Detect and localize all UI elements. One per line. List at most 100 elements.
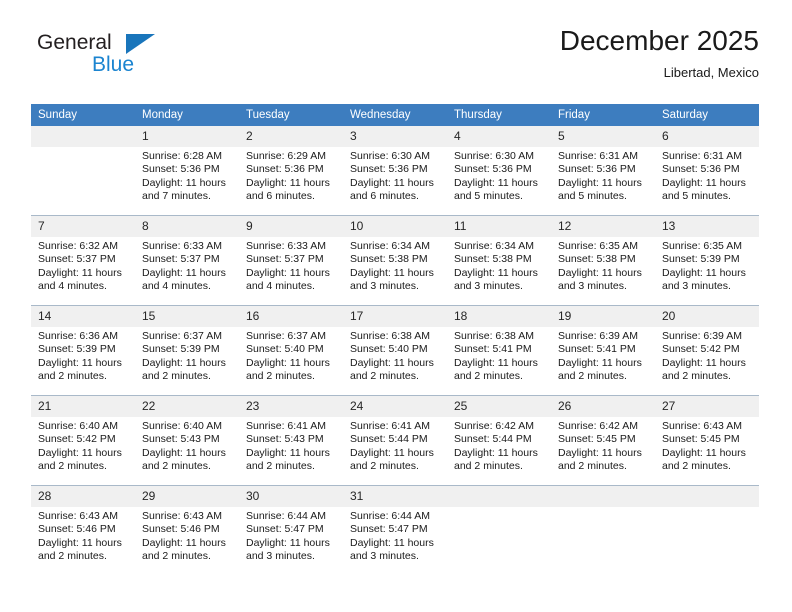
calendar-day-cell[interactable]: 29 Sunrise: 6:43 AM Sunset: 5:46 PM Dayligh… — [135, 485, 239, 575]
calendar-day-cell[interactable]: 14 Sunrise: 6:36 AM Sunset: 5:39 PM Dayligh… — [31, 305, 135, 396]
day-number: 10 — [343, 216, 447, 237]
sunset-time: Sunset: 5:42 PM — [38, 433, 116, 446]
calendar-day-cell[interactable]: 8 Sunrise: 6:33 AM Sunset: 5:37 PM Daylight… — [135, 215, 239, 306]
day-number — [447, 486, 551, 507]
day-number: 5 — [551, 126, 655, 147]
generalblue-logo[interactable]: General Blue — [31, 32, 251, 90]
sunrise-time: Sunrise: 6:41 AM — [350, 420, 430, 432]
daylight-duration-line1: Daylight: 11 hours — [454, 266, 538, 279]
logo-text-blue: Blue — [92, 53, 135, 76]
daylight-duration-line2: and 5 minutes. — [662, 190, 731, 203]
calendar-day-cell[interactable]: 3 Sunrise: 6:30 AM Sunset: 5:36 PM Daylight… — [343, 126, 447, 216]
day-number: 6 — [655, 126, 759, 147]
calendar-day-cell[interactable]: 21 Sunrise: 6:40 AM Sunset: 5:42 PM Dayligh… — [31, 395, 135, 486]
calendar-day-cell[interactable]: 1 Sunrise: 6:28 AM Sunset: 5:36 PM Daylight… — [135, 126, 239, 216]
day-number: 11 — [447, 216, 551, 237]
calendar-day-cell[interactable]: 22 Sunrise: 6:40 AM Sunset: 5:43 PM Dayligh… — [135, 395, 239, 486]
daylight-duration-line1: Daylight: 11 hours — [350, 176, 434, 189]
calendar-day-cell[interactable]: 7 Sunrise: 6:32 AM Sunset: 5:37 PM Daylight… — [31, 215, 135, 306]
day-number: 27 — [655, 396, 759, 417]
weekday-header-thursday: Thursday — [447, 104, 551, 126]
calendar-day-cell[interactable]: 27 Sunrise: 6:43 AM Sunset: 5:45 PM Dayligh… — [655, 395, 759, 486]
calendar-day-cell[interactable]: 28 Sunrise: 6:43 AM Sunset: 5:46 PM Dayligh… — [31, 485, 135, 575]
sunrise-time: Sunrise: 6:32 AM — [38, 240, 118, 252]
calendar-day-cell[interactable]: 20 Sunrise: 6:39 AM Sunset: 5:42 PM Dayligh… — [655, 305, 759, 396]
sunset-time: Sunset: 5:36 PM — [142, 163, 220, 176]
sunset-time: Sunset: 5:41 PM — [454, 343, 532, 356]
daylight-duration-line2: and 2 minutes. — [350, 460, 419, 473]
calendar-day-cell[interactable]: 26 Sunrise: 6:42 AM Sunset: 5:45 PM Dayligh… — [551, 395, 655, 486]
daylight-duration-line2: and 2 minutes. — [558, 460, 627, 473]
sunset-time: Sunset: 5:36 PM — [558, 163, 636, 176]
day-details: Sunrise: 6:42 AM Sunset: 5:45 PM Daylight:… — [551, 417, 655, 474]
sunrise-time: Sunrise: 6:35 AM — [662, 240, 742, 252]
sunset-time: Sunset: 5:45 PM — [662, 433, 740, 446]
day-number: 13 — [655, 216, 759, 237]
calendar-day-cell[interactable]: 13 Sunrise: 6:35 AM Sunset: 5:39 PM Dayligh… — [655, 215, 759, 306]
calendar-day-cell[interactable]: 24 Sunrise: 6:41 AM Sunset: 5:44 PM Dayligh… — [343, 395, 447, 486]
sunset-time: Sunset: 5:43 PM — [246, 433, 324, 446]
sunrise-time: Sunrise: 6:34 AM — [454, 240, 534, 252]
calendar-day-cell[interactable]: 11 Sunrise: 6:34 AM Sunset: 5:38 PM Dayligh… — [447, 215, 551, 306]
day-details: Sunrise: 6:38 AM Sunset: 5:40 PM Daylight:… — [343, 327, 447, 384]
daylight-duration-line1: Daylight: 11 hours — [142, 176, 226, 189]
page-subtitle: Libertad, Mexico — [663, 65, 759, 80]
day-details: Sunrise: 6:34 AM Sunset: 5:38 PM Daylight:… — [343, 237, 447, 294]
day-number: 1 — [135, 126, 239, 147]
sunset-time: Sunset: 5:47 PM — [246, 523, 324, 536]
daylight-duration-line2: and 6 minutes. — [350, 190, 419, 203]
calendar-day-cell[interactable]: 2 Sunrise: 6:29 AM Sunset: 5:36 PM Daylight… — [239, 126, 343, 216]
calendar-day-cell[interactable]: 31 Sunrise: 6:44 AM Sunset: 5:47 PM Dayligh… — [343, 485, 447, 575]
daylight-duration-line1: Daylight: 11 hours — [558, 266, 642, 279]
sunrise-time: Sunrise: 6:31 AM — [662, 150, 742, 162]
sunrise-time: Sunrise: 6:42 AM — [558, 420, 638, 432]
calendar-day-cell[interactable]: 23 Sunrise: 6:41 AM Sunset: 5:43 PM Dayligh… — [239, 395, 343, 486]
sunrise-time: Sunrise: 6:39 AM — [558, 330, 638, 342]
daylight-duration-line2: and 6 minutes. — [246, 190, 315, 203]
day-details: Sunrise: 6:44 AM Sunset: 5:47 PM Daylight:… — [343, 507, 447, 564]
sunset-time: Sunset: 5:39 PM — [142, 343, 220, 356]
calendar-day-cell[interactable]: 5 Sunrise: 6:31 AM Sunset: 5:36 PM Daylight… — [551, 126, 655, 216]
day-details: Sunrise: 6:40 AM Sunset: 5:43 PM Daylight:… — [135, 417, 239, 474]
daylight-duration-line1: Daylight: 11 hours — [142, 446, 226, 459]
sunset-time: Sunset: 5:44 PM — [454, 433, 532, 446]
calendar-week-row: 7 Sunrise: 6:32 AM Sunset: 5:37 PM Daylight… — [31, 215, 759, 306]
daylight-duration-line2: and 2 minutes. — [38, 370, 107, 383]
daylight-duration-line1: Daylight: 11 hours — [558, 446, 642, 459]
weekday-header-monday: Monday — [135, 104, 239, 126]
daylight-duration-line2: and 3 minutes. — [454, 280, 523, 293]
sunset-time: Sunset: 5:40 PM — [246, 343, 324, 356]
calendar-day-cell[interactable]: 6 Sunrise: 6:31 AM Sunset: 5:36 PM Daylight… — [655, 126, 759, 216]
calendar-day-cell[interactable]: 18 Sunrise: 6:38 AM Sunset: 5:41 PM Dayligh… — [447, 305, 551, 396]
day-number: 25 — [447, 396, 551, 417]
daylight-duration-line1: Daylight: 11 hours — [246, 536, 330, 549]
calendar-day-cell[interactable]: 15 Sunrise: 6:37 AM Sunset: 5:39 PM Dayligh… — [135, 305, 239, 396]
calendar-day-cell[interactable]: 30 Sunrise: 6:44 AM Sunset: 5:47 PM Dayligh… — [239, 485, 343, 575]
calendar-day-cell[interactable]: 19 Sunrise: 6:39 AM Sunset: 5:41 PM Dayligh… — [551, 305, 655, 396]
calendar-day-cell[interactable]: 4 Sunrise: 6:30 AM Sunset: 5:36 PM Daylight… — [447, 126, 551, 216]
calendar-day-cell[interactable]: 17 Sunrise: 6:38 AM Sunset: 5:40 PM Dayligh… — [343, 305, 447, 396]
daylight-duration-line1: Daylight: 11 hours — [350, 446, 434, 459]
daylight-duration-line2: and 5 minutes. — [558, 190, 627, 203]
daylight-duration-line2: and 2 minutes. — [662, 370, 731, 383]
daylight-duration-line2: and 2 minutes. — [38, 550, 107, 563]
title-block: December 2025 Libertad, Mexico — [560, 24, 759, 81]
sunset-time: Sunset: 5:39 PM — [38, 343, 116, 356]
calendar-day-cell[interactable]: 25 Sunrise: 6:42 AM Sunset: 5:44 PM Dayligh… — [447, 395, 551, 486]
day-number: 3 — [343, 126, 447, 147]
calendar-day-cell[interactable]: 9 Sunrise: 6:33 AM Sunset: 5:37 PM Daylight… — [239, 215, 343, 306]
day-details: Sunrise: 6:42 AM Sunset: 5:44 PM Daylight:… — [447, 417, 551, 474]
calendar-day-cell[interactable]: 16 Sunrise: 6:37 AM Sunset: 5:40 PM Dayligh… — [239, 305, 343, 396]
calendar-day-cell-empty — [551, 485, 655, 575]
daylight-duration-line2: and 5 minutes. — [454, 190, 523, 203]
daylight-duration-line2: and 2 minutes. — [662, 460, 731, 473]
daylight-duration-line1: Daylight: 11 hours — [558, 356, 642, 369]
calendar-day-cell[interactable]: 10 Sunrise: 6:34 AM Sunset: 5:38 PM Dayligh… — [343, 215, 447, 306]
daylight-duration-line2: and 4 minutes. — [246, 280, 315, 293]
calendar-day-cell[interactable]: 12 Sunrise: 6:35 AM Sunset: 5:38 PM Dayligh… — [551, 215, 655, 306]
calendar-week-row: 1 Sunrise: 6:28 AM Sunset: 5:36 PM Daylight… — [31, 126, 759, 216]
daylight-duration-line1: Daylight: 11 hours — [38, 446, 122, 459]
daylight-duration-line1: Daylight: 11 hours — [38, 266, 122, 279]
daylight-duration-line1: Daylight: 11 hours — [662, 446, 746, 459]
day-number: 23 — [239, 396, 343, 417]
